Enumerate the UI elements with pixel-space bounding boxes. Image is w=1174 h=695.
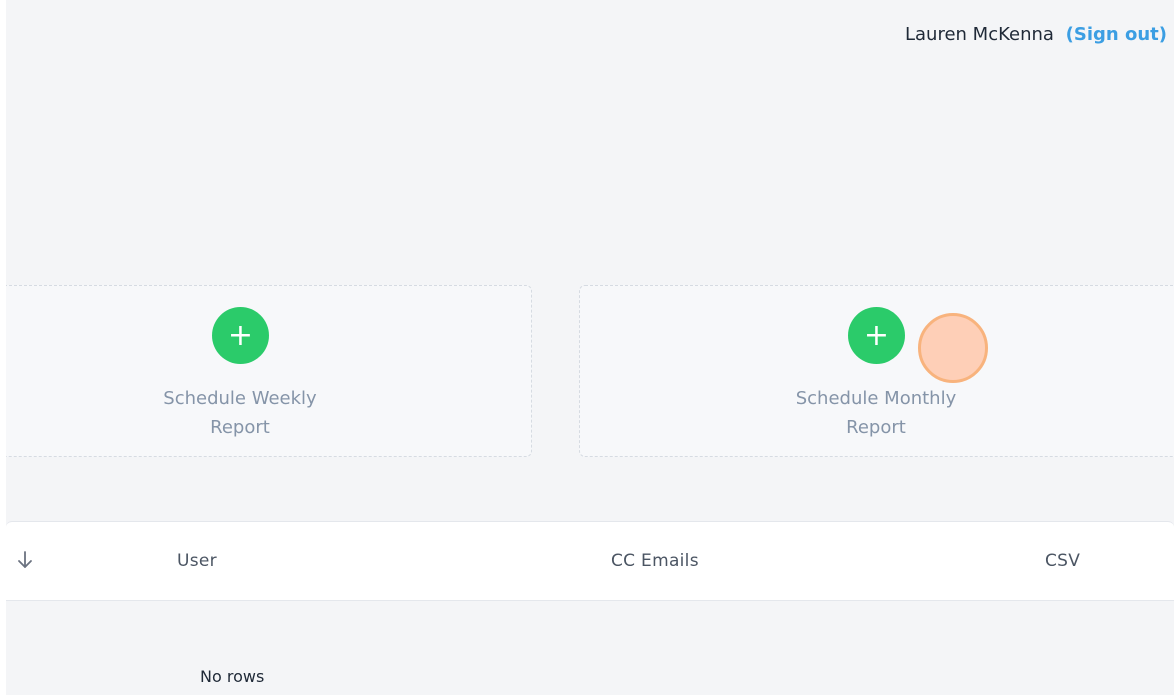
user-name: Lauren McKenna xyxy=(904,24,1054,45)
app-container: Lauren McKenna (Sign out) + Schedule Wee… xyxy=(6,0,1174,695)
table-header: User CC Emails CSV xyxy=(6,521,1174,601)
card-label-line: Report xyxy=(210,417,270,438)
schedule-monthly-report-card[interactable]: + Schedule Monthly Report xyxy=(579,285,1174,457)
column-header-csv[interactable]: CSV xyxy=(1045,551,1080,571)
plus-icon: + xyxy=(863,318,890,353)
card-label-line: Schedule Weekly xyxy=(163,388,317,409)
schedule-monthly-report-label: Schedule Monthly Report xyxy=(766,384,986,442)
arrow-down-icon xyxy=(18,551,32,568)
schedule-weekly-report-label: Schedule Weekly Report xyxy=(130,384,350,442)
card-label-line: Schedule Monthly xyxy=(795,388,957,409)
empty-table-message: No rows xyxy=(200,667,265,686)
column-header-user[interactable]: User xyxy=(177,551,217,571)
add-monthly-report-button[interactable]: + xyxy=(848,307,905,364)
schedule-weekly-report-card[interactable]: + Schedule Weekly Report xyxy=(6,285,532,457)
column-header-cc-emails[interactable]: CC Emails xyxy=(611,551,699,571)
plus-icon: + xyxy=(227,318,254,353)
user-bar: Lauren McKenna (Sign out) xyxy=(905,24,1167,45)
sort-button[interactable] xyxy=(15,548,35,572)
cursor-highlight xyxy=(918,313,988,383)
add-weekly-report-button[interactable]: + xyxy=(212,307,269,364)
card-label-line: Report xyxy=(846,417,906,438)
sign-out-link[interactable]: (Sign out) xyxy=(1066,24,1167,45)
